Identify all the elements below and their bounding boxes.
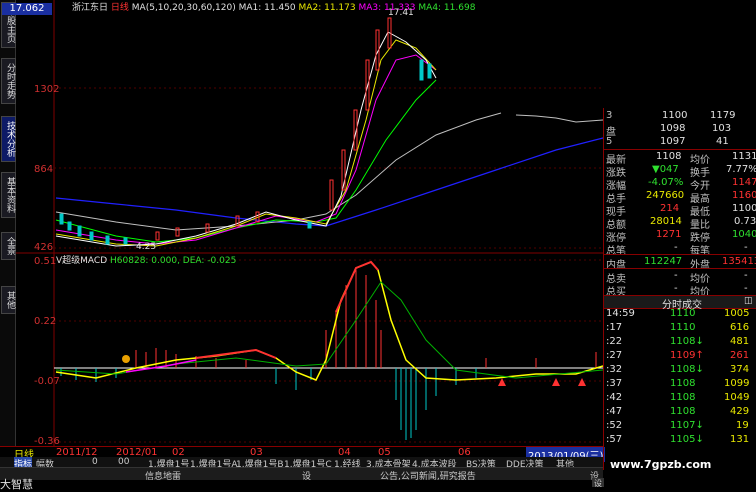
tick-row: 14:59 1110 1005 <box>606 308 750 319</box>
tick-row: :37 1108 1099 <box>606 378 750 389</box>
ticks-toggle-icon[interactable]: ◫ <box>744 296 753 306</box>
quote-row: 总卖 - 均价 - <box>606 270 748 285</box>
quote-row: 总额 28014 量比 0.73 <box>606 216 756 231</box>
tick-row: :52 1107↓ 19 <box>606 420 749 431</box>
ma-label: MA(5,10,20,30,60,120) <box>131 3 236 13</box>
tab-0[interactable]: 0 <box>92 457 98 467</box>
kline-chart[interactable]: 17.062 浙江东日 日线 MA(5,10,20,30,60,120) MA1… <box>2 0 603 447</box>
ma4-value: MA4: 11.698 <box>418 3 476 13</box>
quote-row: 涨跌 ▼047 换手 7.77% <box>606 164 756 179</box>
ma1-value: MA1: 11.450 <box>238 3 296 13</box>
quote-row: 总手 247660 最高 1160 <box>606 190 756 205</box>
tab-other[interactable]: 其他 <box>1 286 16 314</box>
price-axis-label: 864 <box>34 164 54 175</box>
tick-row: :32 1108↓ 374 <box>606 364 750 375</box>
quote-row: 内盘112247 外盘135413 <box>606 256 756 271</box>
tab-fundamentals[interactable]: 基本资料 <box>1 172 16 218</box>
order-book-row: 3 1100 1179 <box>606 110 736 121</box>
tick-row: :42 1108 1049 <box>606 392 750 403</box>
quote-row: 现手 214 最低 1100 <box>606 203 756 218</box>
quote-row: 涨幅 -4.07% 今开 1147 <box>606 177 756 192</box>
left-tab-bar: 个股主页 分时走势 技术分析 基本资料 全景 其他 <box>0 0 16 470</box>
price-axis-label: 426 <box>34 242 54 253</box>
info-mine-tab[interactable]: 信息地雷 <box>145 469 181 482</box>
quote-row: 最新 1108 均价 1131 <box>606 151 756 166</box>
tick-row: :47 1108 429 <box>606 406 750 417</box>
ticks-header[interactable]: 分时成交 ◫ <box>604 295 756 311</box>
price-box: 17.062 <box>2 3 52 15</box>
quote-row: 总笔 - 每笔 - <box>606 242 748 257</box>
macd-axis-label: 0.51 <box>34 256 57 267</box>
macd-axis-label: 0.22 <box>34 316 57 327</box>
high-marker: 17.41 <box>388 8 414 18</box>
quote-row: 总买 - 均价 - <box>606 283 748 298</box>
low-marker: 4.25 <box>136 242 157 252</box>
tick-row: :27 1109↑ 261 <box>606 350 750 361</box>
price-axis-label: 1302 <box>34 84 60 95</box>
tick-row: :57 1105↓ 131 <box>606 434 750 445</box>
macd-values: H60828: 0.000, DEA: -0.025 <box>110 256 237 266</box>
tab-panorama[interactable]: 全景 <box>1 232 16 260</box>
tick-row: :22 1108↓ 481 <box>606 336 750 347</box>
tab-technical-analysis[interactable]: 技术分析 <box>1 116 16 162</box>
macd-name: V超级MACD <box>56 256 108 266</box>
info-settings-button[interactable]: 设 <box>302 469 311 482</box>
macd-axis-label: -0.07 <box>34 376 60 387</box>
info-bar: 信息地雷 设 公告,公司新闻,研究报告 设 <box>0 467 603 482</box>
app-logo-text: 大智慧 <box>0 478 33 491</box>
news-tab[interactable]: 公告,公司新闻,研究报告 <box>380 469 476 482</box>
ma2-value: MA2: 11.173 <box>298 3 356 13</box>
order-book-row: 盘 1098 103 <box>606 123 732 138</box>
tick-row: :17 1110 616 <box>606 322 750 333</box>
indicator-tab-bar: 指标 幅数 0 00 1.爆盘1号 1.爆盘1号A 1.爆盘1号B 1.爆盘1号… <box>0 457 603 470</box>
settings-button[interactable]: 设 <box>592 478 604 488</box>
chart-header: 浙江东日 日线 MA(5,10,20,30,60,120) MA1: 11.45… <box>72 0 475 13</box>
tick-list: 14:59 1110 1005 :17 1110 616 :22 1108↓ 481 :27… <box>604 308 756 448</box>
chart-canvas <box>16 0 603 447</box>
watermark-text: www.7gpzb.com <box>610 458 712 471</box>
order-book-row: 5 1097 41 <box>606 136 729 147</box>
period-label: 日线 <box>110 3 129 13</box>
stock-name: 浙江东日 <box>72 3 109 13</box>
macd-header: V超级MACD H60828: 0.000, DEA: -0.025 <box>56 253 236 266</box>
tab-intraday[interactable]: 分时走势 <box>1 58 16 104</box>
tab-00[interactable]: 00 <box>118 457 129 467</box>
quote-row: 涨停 1271 跌停 1040 <box>606 229 756 244</box>
